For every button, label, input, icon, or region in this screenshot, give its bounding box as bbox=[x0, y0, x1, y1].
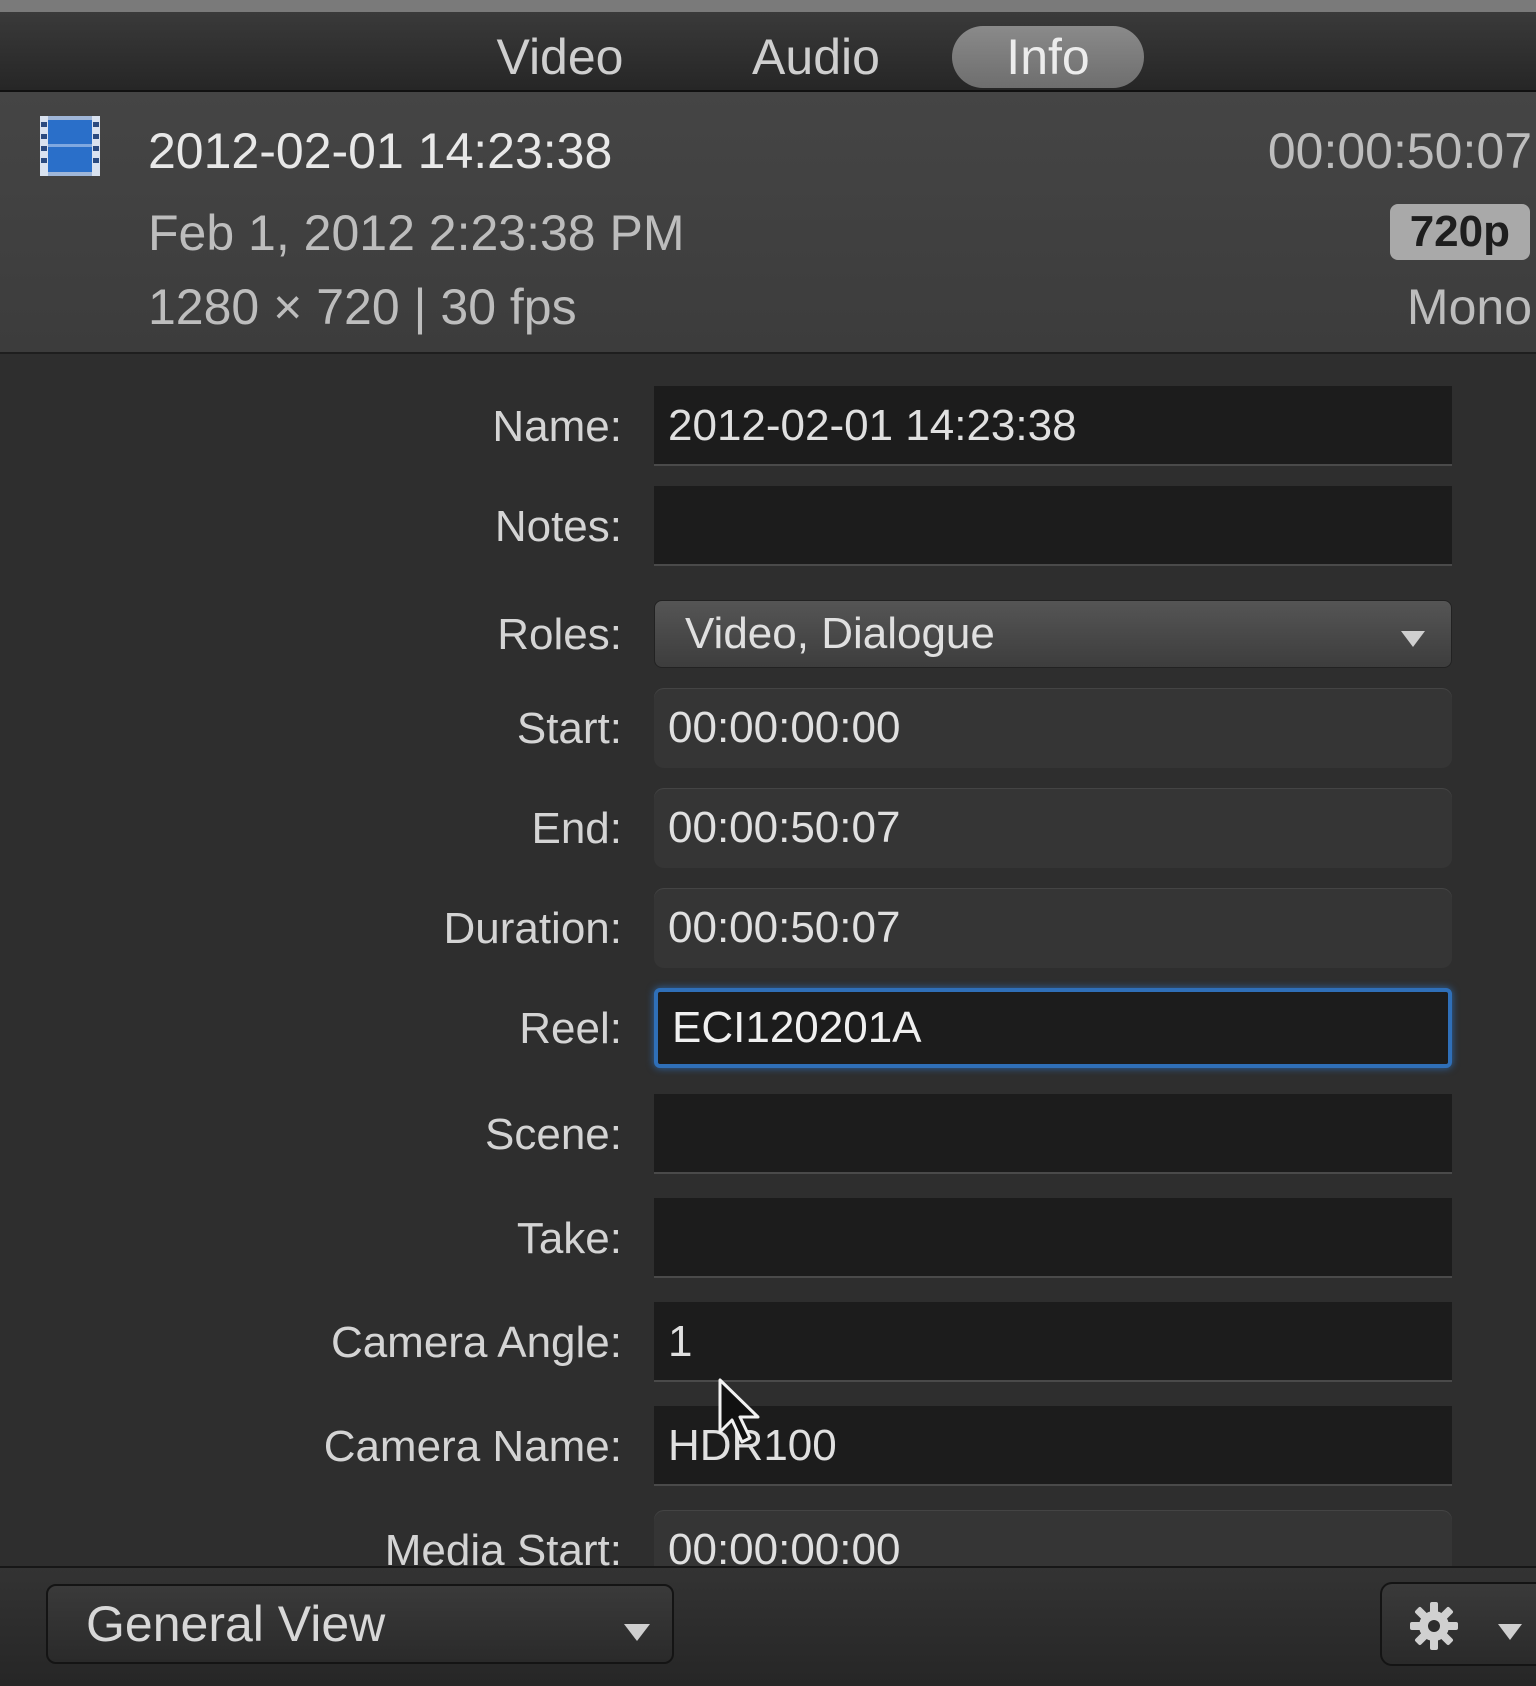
take-label: Take: bbox=[516, 1214, 622, 1263]
field-row-notes: Notes: bbox=[0, 486, 1536, 568]
tab-info[interactable]: Info bbox=[952, 26, 1144, 88]
clip-date: Feb 1, 2012 2:23:38 PM bbox=[148, 205, 685, 261]
mouse-pointer-icon bbox=[718, 1378, 760, 1444]
chevron-down-icon bbox=[624, 1624, 650, 1641]
notes-field[interactable] bbox=[654, 486, 1452, 566]
take-field[interactable] bbox=[654, 1198, 1452, 1278]
scene-label: Scene: bbox=[485, 1110, 622, 1159]
clip-title: 2012-02-01 14:23:38 bbox=[148, 123, 613, 179]
roles-label: Roles: bbox=[497, 610, 622, 659]
camera-angle-field[interactable]: 1 bbox=[654, 1302, 1452, 1382]
film-clip-icon bbox=[40, 116, 100, 176]
media-start-label: Media Start: bbox=[384, 1526, 622, 1566]
scene-field[interactable] bbox=[654, 1094, 1452, 1174]
inspector-tab-bar: Video Audio Info bbox=[0, 0, 1536, 92]
roles-popup-value: Video, Dialogue bbox=[685, 609, 995, 658]
field-row-duration: Duration: 00:00:50:07 bbox=[0, 888, 1536, 970]
tab-group: Video Audio Info bbox=[0, 26, 1536, 88]
clip-duration-timecode: 00:00:50:07 bbox=[1267, 123, 1532, 179]
end-label: End: bbox=[531, 804, 622, 853]
chevron-down-icon bbox=[1498, 1624, 1522, 1640]
clip-spec: 1280 × 720 | 30 fps bbox=[148, 279, 577, 335]
chevron-down-icon bbox=[1401, 631, 1425, 647]
notes-label: Notes: bbox=[494, 502, 622, 551]
inspector-bottom-bar: General View bbox=[0, 1566, 1536, 1686]
info-form: Name: 2012-02-01 14:23:38 Notes: Roles: … bbox=[0, 354, 1536, 1566]
start-label: Start: bbox=[516, 704, 622, 753]
name-label: Name: bbox=[492, 402, 622, 451]
field-row-take: Take: bbox=[0, 1198, 1536, 1280]
tab-audio[interactable]: Audio bbox=[724, 26, 908, 88]
end-field[interactable]: 00:00:50:07 bbox=[654, 788, 1452, 868]
field-row-media-start: Media Start: 00:00:00:00 bbox=[0, 1510, 1536, 1566]
field-row-roles: Roles: Video, Dialogue bbox=[0, 600, 1536, 670]
camera-name-label: Camera Name: bbox=[323, 1422, 622, 1471]
clip-summary-header: 2012-02-01 14:23:38 00:00:50:07 Feb 1, 2… bbox=[0, 92, 1536, 354]
tab-video[interactable]: Video bbox=[470, 26, 650, 88]
format-badge: 720p bbox=[1389, 204, 1530, 260]
field-row-camera-name: Camera Name: HDR100 bbox=[0, 1406, 1536, 1488]
camera-angle-label: Camera Angle: bbox=[330, 1318, 622, 1367]
camera-name-field[interactable]: HDR100 bbox=[654, 1406, 1452, 1486]
media-start-field[interactable]: 00:00:00:00 bbox=[654, 1510, 1452, 1566]
field-row-reel: Reel: ECI120201A bbox=[0, 988, 1536, 1070]
gear-icon bbox=[1410, 1602, 1458, 1650]
field-row-scene: Scene: bbox=[0, 1094, 1536, 1176]
duration-field[interactable]: 00:00:50:07 bbox=[654, 888, 1452, 968]
roles-popup[interactable]: Video, Dialogue bbox=[654, 600, 1452, 668]
field-row-camera-angle: Camera Angle: 1 bbox=[0, 1302, 1536, 1384]
audio-channels: Mono bbox=[1406, 279, 1532, 335]
field-row-end: End: 00:00:50:07 bbox=[0, 788, 1536, 870]
duration-label: Duration: bbox=[443, 904, 622, 953]
metadata-view-label: General View bbox=[86, 1596, 386, 1652]
name-field[interactable]: 2012-02-01 14:23:38 bbox=[654, 386, 1452, 466]
reel-field[interactable]: ECI120201A bbox=[654, 988, 1452, 1068]
start-field[interactable]: 00:00:00:00 bbox=[654, 688, 1452, 768]
reel-label: Reel: bbox=[519, 1004, 622, 1053]
action-menu-button[interactable] bbox=[1380, 1582, 1536, 1666]
field-row-start: Start: 00:00:00:00 bbox=[0, 688, 1536, 770]
field-row-name: Name: 2012-02-01 14:23:38 bbox=[0, 386, 1536, 468]
metadata-view-popup[interactable]: General View bbox=[46, 1584, 674, 1664]
